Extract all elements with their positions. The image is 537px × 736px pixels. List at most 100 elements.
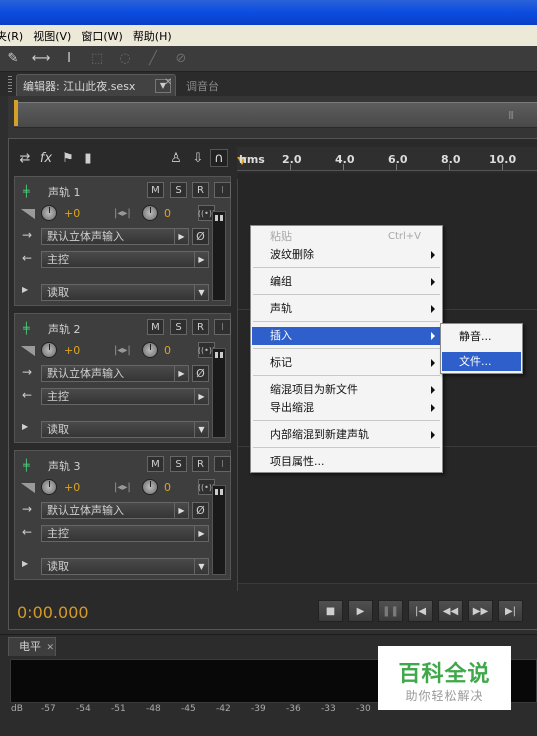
menu-window[interactable]: 窗口(W) [76, 28, 127, 44]
chevron-right-icon: ▶ [194, 389, 208, 404]
automation-mode-select[interactable]: 读取 ▼ [41, 558, 209, 575]
output-select[interactable]: 主控 ▶ [41, 388, 209, 405]
automation-mode-select[interactable]: 读取 ▼ [41, 421, 209, 438]
menu-help[interactable]: 帮助(H) [128, 28, 177, 44]
play-icon[interactable]: ▶ [348, 600, 373, 622]
expand-icon[interactable]: ▶ [22, 285, 28, 294]
time-select-icon[interactable]: ⟷ [32, 50, 51, 68]
overview-bar[interactable] [14, 102, 537, 128]
waveform-icon: ╪ [23, 459, 30, 472]
tab-mixer[interactable]: 调音台 [186, 78, 219, 94]
menu-item-label: 缩混项目为新文件 [270, 383, 358, 396]
playhead-line[interactable] [237, 179, 238, 591]
solo-button[interactable]: S [170, 319, 187, 335]
menu-item-export-mixdown[interactable]: 导出缩混 [252, 399, 441, 417]
tab-editor[interactable]: 编辑器: 江山此夜.sesx ▼ [16, 74, 176, 96]
scale-label: -57 [41, 704, 56, 714]
monitor-input-button[interactable]: I [214, 456, 231, 472]
mute-button[interactable]: M [147, 319, 164, 335]
stop-icon[interactable]: ■ [318, 600, 343, 622]
expand-icon[interactable]: ▶ [22, 422, 28, 431]
volume-value[interactable]: +0 [64, 481, 80, 494]
submenu-item-silence[interactable]: 静音... [442, 327, 521, 346]
spot-heal-icon[interactable]: ⊘ [172, 50, 190, 68]
menu-item-track[interactable]: 声轨 [252, 300, 441, 318]
automation-mode-select[interactable]: 读取 ▼ [41, 284, 209, 301]
phase-invert-icon[interactable]: Ø [192, 502, 209, 519]
monitor-input-button[interactable]: I [214, 319, 231, 335]
menu-item-mixdown-new-file[interactable]: 缩混项目为新文件 [252, 381, 441, 399]
record-button[interactable]: R [192, 456, 209, 472]
marquee-icon[interactable]: ⬚ [88, 50, 106, 68]
brush-icon[interactable]: ╱ [144, 50, 162, 68]
volume-knob[interactable] [41, 205, 57, 221]
close-icon[interactable]: ✕ [164, 77, 172, 88]
ruler-unit: hms [239, 153, 265, 166]
pan-knob[interactable] [142, 342, 158, 358]
go-to-start-icon[interactable]: |◀ [408, 600, 433, 622]
tab-levels[interactable]: 电平 ✕ [8, 637, 56, 656]
pan-knob[interactable] [142, 479, 158, 495]
phase-invert-icon[interactable]: Ø [192, 365, 209, 382]
output-arrow-icon: ← [22, 525, 33, 539]
automation-mode-value: 读取 [47, 286, 69, 299]
expand-icon[interactable]: ▶ [22, 559, 28, 568]
close-icon[interactable]: ✕ [47, 643, 55, 653]
menu-item-ripple-delete[interactable]: 波纹删除 [252, 246, 441, 264]
volume-knob[interactable] [41, 479, 57, 495]
overview-left-handle[interactable] [14, 100, 18, 126]
menu-item-insert[interactable]: 插入 [252, 327, 441, 345]
phase-invert-icon[interactable]: Ø [192, 228, 209, 245]
menu-item-marker[interactable]: 标记 [252, 354, 441, 372]
fx-icon[interactable]: fx [37, 149, 55, 167]
menu-item-group[interactable]: 编组 [252, 273, 441, 291]
metronome-icon[interactable]: ♙ [167, 149, 185, 167]
menu-view[interactable]: 视图(V) [28, 28, 76, 44]
send-icon[interactable]: ⚑ [59, 149, 77, 167]
track-name[interactable]: 声轨 2 [48, 321, 81, 337]
solo-button[interactable]: S [170, 456, 187, 472]
pause-icon[interactable]: ❚❚ [378, 600, 403, 622]
track-name[interactable]: 声轨 1 [48, 184, 81, 200]
timecode-display[interactable]: 0:00.000 [17, 603, 89, 622]
input-select[interactable]: 默认立体声输入 ▶ [41, 365, 189, 382]
pan-value[interactable]: 0 [164, 481, 171, 494]
snap-magnet-icon[interactable]: ∩ [210, 149, 228, 167]
menu-item-project-properties[interactable]: 项目属性... [252, 453, 441, 471]
submenu-item-file[interactable]: 文件... [442, 352, 521, 371]
pan-value[interactable]: 0 [164, 207, 171, 220]
eq-icon[interactable]: ▮ [79, 149, 97, 167]
output-select[interactable]: 主控 ▶ [41, 525, 209, 542]
time-ruler[interactable]: hms 2.0 4.0 6.0 8.0 10.0 [237, 147, 537, 171]
lasso-icon[interactable]: ◌ [116, 50, 134, 68]
menu-item-paste[interactable]: 粘贴 Ctrl+V [252, 228, 441, 246]
zoom-overview[interactable]: ||| [8, 96, 537, 138]
volume-value[interactable]: +0 [64, 207, 80, 220]
volume-knob[interactable] [41, 342, 57, 358]
go-to-end-icon[interactable]: ▶| [498, 600, 523, 622]
fast-forward-icon[interactable]: ▶▶ [468, 600, 493, 622]
text-cursor-icon[interactable]: Ⅰ [60, 50, 78, 68]
volume-value[interactable]: +0 [64, 344, 80, 357]
input-select[interactable]: 默认立体声输入 ▶ [41, 228, 189, 245]
output-value: 主控 [47, 527, 69, 540]
loop-icon[interactable]: ⇩ [189, 149, 207, 167]
panel-grip[interactable] [8, 76, 12, 92]
rewind-icon[interactable]: ◀◀ [438, 600, 463, 622]
monitor-input-button[interactable]: I [214, 182, 231, 198]
pan-knob[interactable] [142, 205, 158, 221]
heal-brush-icon[interactable]: ✎ [4, 50, 22, 68]
menu-item-bounce-new-track[interactable]: 内部缩混到新建声轨 [252, 426, 441, 444]
record-button[interactable]: R [192, 319, 209, 335]
swap-arrows-icon[interactable]: ⇄ [16, 149, 34, 167]
solo-button[interactable]: S [170, 182, 187, 198]
overview-grip-icon[interactable]: ||| [508, 110, 514, 119]
track-name[interactable]: 声轨 3 [48, 458, 81, 474]
output-select[interactable]: 主控 ▶ [41, 251, 209, 268]
input-select[interactable]: 默认立体声输入 ▶ [41, 502, 189, 519]
record-button[interactable]: R [192, 182, 209, 198]
mute-button[interactable]: M [147, 456, 164, 472]
pan-value[interactable]: 0 [164, 344, 171, 357]
menu-favorites[interactable]: 夹(R) [0, 28, 28, 44]
mute-button[interactable]: M [147, 182, 164, 198]
